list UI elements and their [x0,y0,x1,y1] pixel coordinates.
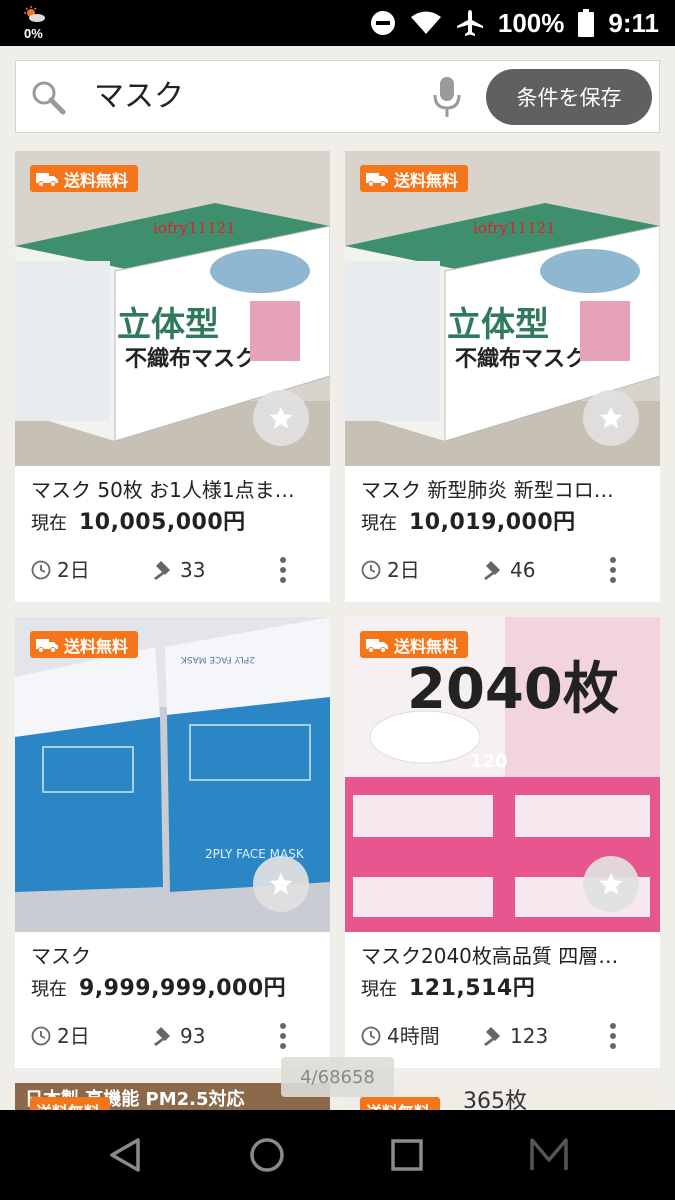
battery-icon [578,9,595,37]
truck-icon [36,638,58,653]
item-title[interactable]: マスク 新型肺炎 新型コロ… [361,476,649,504]
item-card[interactable]: 120 2040枚 送料無料 マスク2040枚高品質 四層… 現在 121,51… [345,617,660,1068]
search-icon [32,81,66,115]
badge-label: 送料無料 [394,170,459,190]
navigation-bar [0,1110,675,1200]
svg-text:立体型: 立体型 [117,305,219,345]
free-shipping-badge: 送料無料 [30,1097,111,1111]
watchlist-button[interactable] [583,390,639,446]
more-options-icon[interactable] [607,555,619,585]
item-title[interactable]: マスク 50枚 お1人様1点ま… [31,476,319,504]
item-price: 10,019,000円 [409,510,576,535]
item-card[interactable]: 立体型 不織布マスク iofry11121 送料無料 マスク 50枚 お1人様1… [15,151,330,602]
clock-icon [361,560,381,580]
free-shipping-badge: 送料無料 [360,1097,441,1111]
page-indicator: 4/68658 [281,1057,394,1097]
more-options-icon[interactable] [277,1021,289,1051]
gavel-icon [154,1027,170,1046]
bid-count: 123 [510,1024,549,1048]
badge-label: 送料無料 [36,1099,100,1111]
truck-icon [366,172,388,187]
weather-icon [24,6,45,22]
time-left: 2日 [57,1024,90,1048]
truck-icon [366,638,388,653]
time-left: 2日 [387,558,420,582]
free-shipping-badge: 送料無料 [360,165,469,192]
svg-text:不織布マスク: 不織布マスク [125,346,257,372]
more-options-icon[interactable] [607,1021,619,1051]
free-shipping-badge: 送料無料 [30,165,139,192]
save-search-button[interactable]: 条件を保存 [486,69,652,125]
image-watermark: iofry11121 [153,219,236,237]
price-label: 現在 [361,979,397,1000]
free-shipping-badge: 送料無料 [360,631,469,658]
microphone-icon[interactable] [432,75,462,119]
item-price: 10,005,000円 [79,510,246,535]
star-icon [269,406,293,429]
star-icon [599,872,623,895]
airplane-mode-icon [456,10,483,36]
back-icon[interactable] [102,1132,148,1178]
watchlist-button[interactable] [583,856,639,912]
item-image[interactable]: 立体型 不織布マスク iofry11121 送料無料 [15,151,330,466]
battery-percent: 100% [497,7,565,38]
badge-label: 送料無料 [64,636,129,656]
image-watermark: iofry11121 [473,219,556,237]
svg-text:2PLY FACE MASK: 2PLY FACE MASK [180,654,255,664]
item-title[interactable]: マスク [31,942,319,970]
price-label: 現在 [361,513,397,534]
time-left: 2日 [57,558,90,582]
item-card[interactable]: 立体型 不織布マスク iofry11121 送料無料 マスク 新型肺炎 新型コロ… [345,151,660,602]
search-bar[interactable]: マスク 条件を保存 [15,60,660,133]
badge-label: 送料無料 [64,170,129,190]
weather-percent: 0% [24,26,43,41]
image-text: 365枚 [463,1089,527,1110]
status-bar: 0% 100% 9:11 [0,0,675,46]
image-overlay-text: 2040枚 [407,657,619,722]
free-shipping-badge: 送料無料 [30,631,139,658]
bid-count: 93 [180,1024,206,1048]
clock-icon [31,560,51,580]
watchlist-button[interactable] [253,856,309,912]
clock-icon [31,1026,51,1046]
item-image[interactable]: 立体型 不織布マスク iofry11121 送料無料 [345,151,660,466]
time-left: 4時間 [387,1024,440,1048]
bid-count: 46 [510,558,536,582]
gavel-icon [484,561,500,580]
gavel-icon [484,1027,500,1046]
search-input[interactable]: マスク [94,73,184,121]
item-price: 9,999,999,000円 [79,976,287,1001]
item-image[interactable]: 120 2040枚 送料無料 [345,617,660,932]
recent-apps-icon[interactable] [384,1132,430,1178]
menu-m-icon[interactable] [526,1132,572,1178]
wifi-icon [410,11,441,34]
truck-icon [36,172,58,187]
item-price: 121,514円 [409,976,536,1001]
badge-label: 送料無料 [394,636,459,656]
weather-widget: 0% [20,4,54,42]
item-card[interactable]: 2PLY FACE MASK 2PLY FACE MASK 送料無料 マスク 現… [15,617,330,1068]
do-not-disturb-icon [370,11,395,35]
price-label: 現在 [31,513,67,534]
watchlist-button[interactable] [253,390,309,446]
star-icon [269,872,293,895]
more-options-icon[interactable] [277,555,289,585]
clock: 9:11 [608,7,659,38]
star-icon [599,406,623,429]
gavel-icon [154,561,170,580]
svg-text:不織布マスク: 不織布マスク [455,346,587,372]
home-icon[interactable] [244,1132,290,1178]
price-label: 現在 [31,979,67,1000]
bid-count: 33 [180,558,206,582]
badge-label: 送料無料 [366,1099,430,1111]
item-image[interactable]: 2PLY FACE MASK 2PLY FACE MASK 送料無料 [15,617,330,932]
clock-icon [361,1026,381,1046]
item-title[interactable]: マスク2040枚高品質 四層… [361,942,649,970]
svg-text:120: 120 [470,751,508,772]
svg-text:立体型: 立体型 [447,305,549,345]
